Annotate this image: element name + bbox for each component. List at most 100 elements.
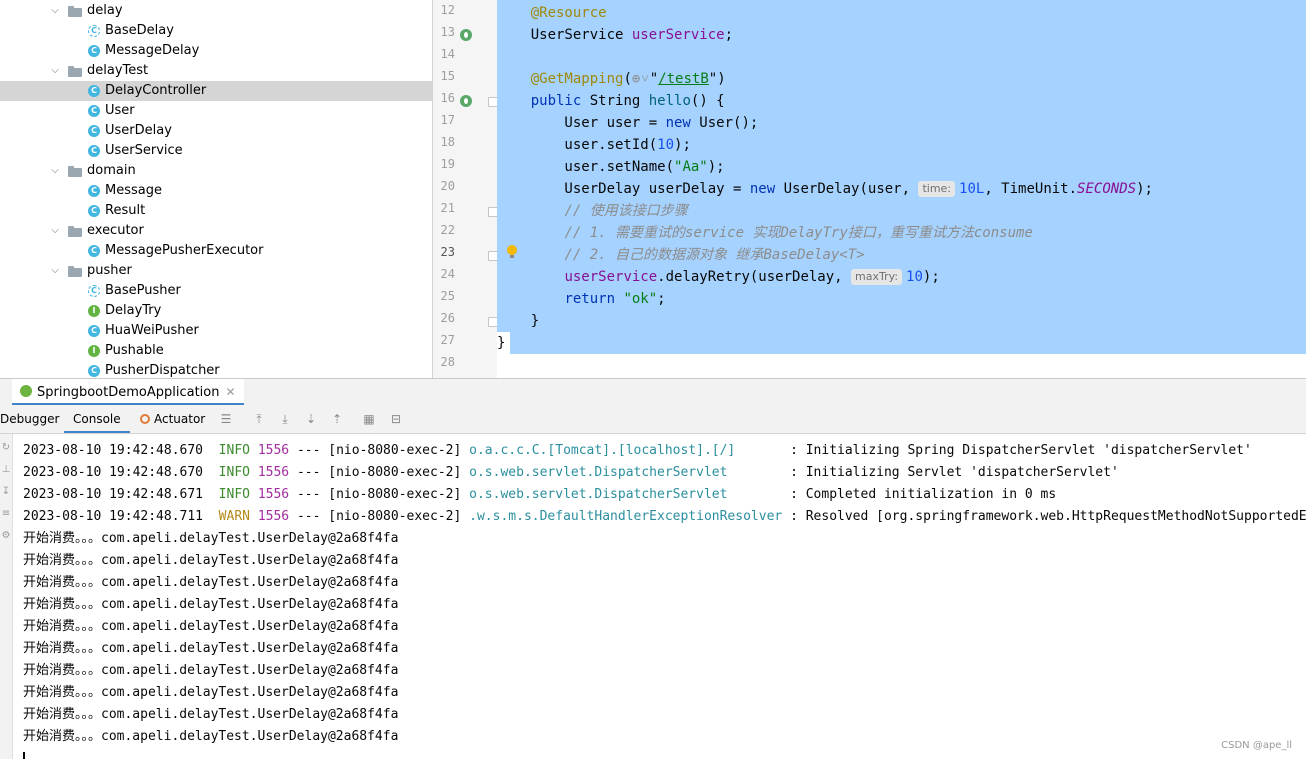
code-token: ⊕˅: [631, 71, 650, 87]
code-token: // 2. 自己的数据源对象 继承BaseDelay<T>: [564, 247, 865, 263]
code-editor[interactable]: @Resource UserService userService; @GetM…: [497, 0, 1306, 378]
console-output[interactable]: 2023-08-10 19:42:48.670 INFO 1556 --- [n…: [13, 434, 1306, 759]
tree-file-row[interactable]: C HuaWeiPusher: [0, 321, 432, 341]
tree-item-label: DelayTry: [105, 303, 162, 318]
interface-icon: I: [88, 305, 100, 317]
menu-icon[interactable]: ☰: [219, 412, 233, 426]
code-token: UserDelay(user,: [775, 181, 919, 197]
chevron-down-icon[interactable]: ⌵: [49, 161, 61, 181]
show-execution-point-icon[interactable]: ⤒: [252, 412, 266, 426]
tree-file-row[interactable]: C Message: [0, 181, 432, 201]
code-line: @Resource: [497, 2, 607, 24]
tab-console[interactable]: Console: [64, 405, 130, 433]
tree-file-row[interactable]: C Result: [0, 201, 432, 221]
close-icon[interactable]: ✕: [225, 385, 235, 399]
tree-file-row[interactable]: C MessageDelay: [0, 41, 432, 61]
tree-folder-row[interactable]: ⌵ pusher: [0, 261, 432, 281]
line-number: 25: [440, 289, 455, 303]
log-level: INFO: [218, 443, 250, 458]
code-line: // 2. 自己的数据源对象 继承BaseDelay<T>: [497, 244, 865, 266]
chevron-down-icon[interactable]: ⌵: [49, 221, 61, 241]
tree-file-row[interactable]: I Pushable: [0, 341, 432, 361]
code-line: user.setName("Aa");: [497, 156, 724, 178]
tree-item-label: HuaWeiPusher: [105, 323, 199, 338]
log-line: 2023-08-10 19:42:48.670 INFO 1556 --- [n…: [23, 462, 1119, 484]
tree-item-label: delay: [87, 3, 123, 18]
tree-file-row[interactable]: C DelayController: [0, 81, 432, 101]
tab-actuator-label: Actuator: [154, 412, 206, 426]
code-token: "ok": [623, 291, 658, 307]
tree-item-label: Pushable: [105, 343, 164, 358]
tree-file-row[interactable]: I DelayTry: [0, 301, 432, 321]
tree-file-row[interactable]: C User: [0, 101, 432, 121]
log-separator: ---: [296, 465, 321, 480]
console-output-line: 开始消费。。。com.apeli.delayTest.UserDelay@2a6…: [23, 575, 399, 590]
chevron-down-icon[interactable]: ⌵: [49, 61, 61, 81]
line-number: 24: [440, 267, 455, 281]
tree-item-label: Result: [105, 203, 146, 218]
tree-folder-row[interactable]: ⌵ delayTest: [0, 61, 432, 81]
folder-icon: [68, 166, 82, 177]
run-config-tab[interactable]: SpringbootDemoApplication ✕: [12, 379, 244, 405]
class-icon: C: [88, 125, 100, 137]
chevron-down-icon[interactable]: ⌵: [49, 261, 61, 281]
tree-folder-row[interactable]: ⌵ domain: [0, 161, 432, 181]
code-token: UserDelay userDelay =: [497, 181, 750, 197]
project-tree[interactable]: ⌵ delay C BaseDelay C MessageDelay ⌵ delayTest C…: [0, 0, 432, 378]
line-number: 26: [440, 311, 455, 325]
console-output-line: 开始消费。。。com.apeli.delayTest.UserDelay@2a6…: [23, 553, 399, 568]
abstract-class-icon: C: [88, 285, 100, 297]
spring-mapping-gutter-icon[interactable]: [460, 95, 472, 107]
tab-console-label: Console: [73, 412, 121, 426]
tab-actuator[interactable]: Actuator: [140, 405, 205, 433]
class-icon: C: [88, 105, 100, 117]
log-message: : Resolved [org.springframework.web.Http…: [790, 509, 1306, 524]
log-logger: o.a.c.c.C.[Tomcat].[localhost].[/]: [469, 443, 783, 458]
console-side-toolbar: ↻ ⊥ ↧ ≡ ⚙: [0, 434, 13, 759]
console-output-line: 开始消费。。。com.apeli.delayTest.UserDelay@2a6…: [23, 641, 399, 656]
tree-file-row[interactable]: C MessagePusherExecutor: [0, 241, 432, 261]
evaluate-expression-icon[interactable]: ▦: [362, 412, 376, 426]
code-token: User user =: [497, 115, 666, 131]
code-token: ;: [657, 291, 666, 307]
step-into-icon[interactable]: ⇣: [304, 412, 318, 426]
trace-current-stream-icon[interactable]: ⊟: [389, 412, 403, 426]
log-level: INFO: [218, 487, 250, 502]
log-pid: 1556: [257, 487, 290, 502]
tree-folder-row[interactable]: ⌵ executor: [0, 221, 432, 241]
code-token: User();: [690, 115, 759, 131]
rerun-icon[interactable]: ↻: [1, 442, 11, 453]
scroll-to-end-icon[interactable]: ↧: [1, 486, 11, 497]
wrap-icon[interactable]: ≡: [1, 508, 11, 519]
code-token: String: [581, 93, 649, 109]
tab-debugger[interactable]: Debugger: [0, 405, 59, 433]
tree-file-row[interactable]: C UserDelay: [0, 121, 432, 141]
tree-item-label: Message: [105, 183, 162, 198]
run-toolbar: Debugger Console Actuator ☰ ⤒ ⤓ ⇣ ⇡ ▦ ⊟: [0, 405, 1306, 434]
console-output-line: 开始消费。。。com.apeli.delayTest.UserDelay@2a6…: [23, 663, 399, 678]
code-token: hello: [648, 93, 691, 109]
settings-icon[interactable]: ⚙: [1, 530, 11, 541]
tree-item-label: delayTest: [87, 63, 149, 78]
spring-bean-gutter-icon[interactable]: [460, 29, 472, 41]
step-out-icon[interactable]: ⇡: [330, 412, 344, 426]
tree-file-row[interactable]: C BaseDelay: [0, 21, 432, 41]
line-number: 18: [440, 135, 455, 149]
chevron-down-icon[interactable]: ⌵: [49, 1, 61, 21]
tree-file-row[interactable]: C UserService: [0, 141, 432, 161]
pin-icon[interactable]: ⊥: [1, 464, 11, 475]
tree-folder-row[interactable]: ⌵ delay: [0, 1, 432, 21]
console-output-line: 开始消费。。。com.apeli.delayTest.UserDelay@2a6…: [23, 707, 399, 722]
class-icon: C: [88, 365, 100, 377]
interface-icon: I: [88, 345, 100, 357]
tree-file-row[interactable]: C BasePusher: [0, 281, 432, 301]
tree-file-row[interactable]: C PusherDispatcher: [0, 361, 432, 378]
folder-icon: [68, 266, 82, 277]
code-token: () {: [690, 93, 725, 109]
step-over-icon[interactable]: ⤓: [278, 412, 292, 426]
log-pid: 1556: [257, 509, 290, 524]
